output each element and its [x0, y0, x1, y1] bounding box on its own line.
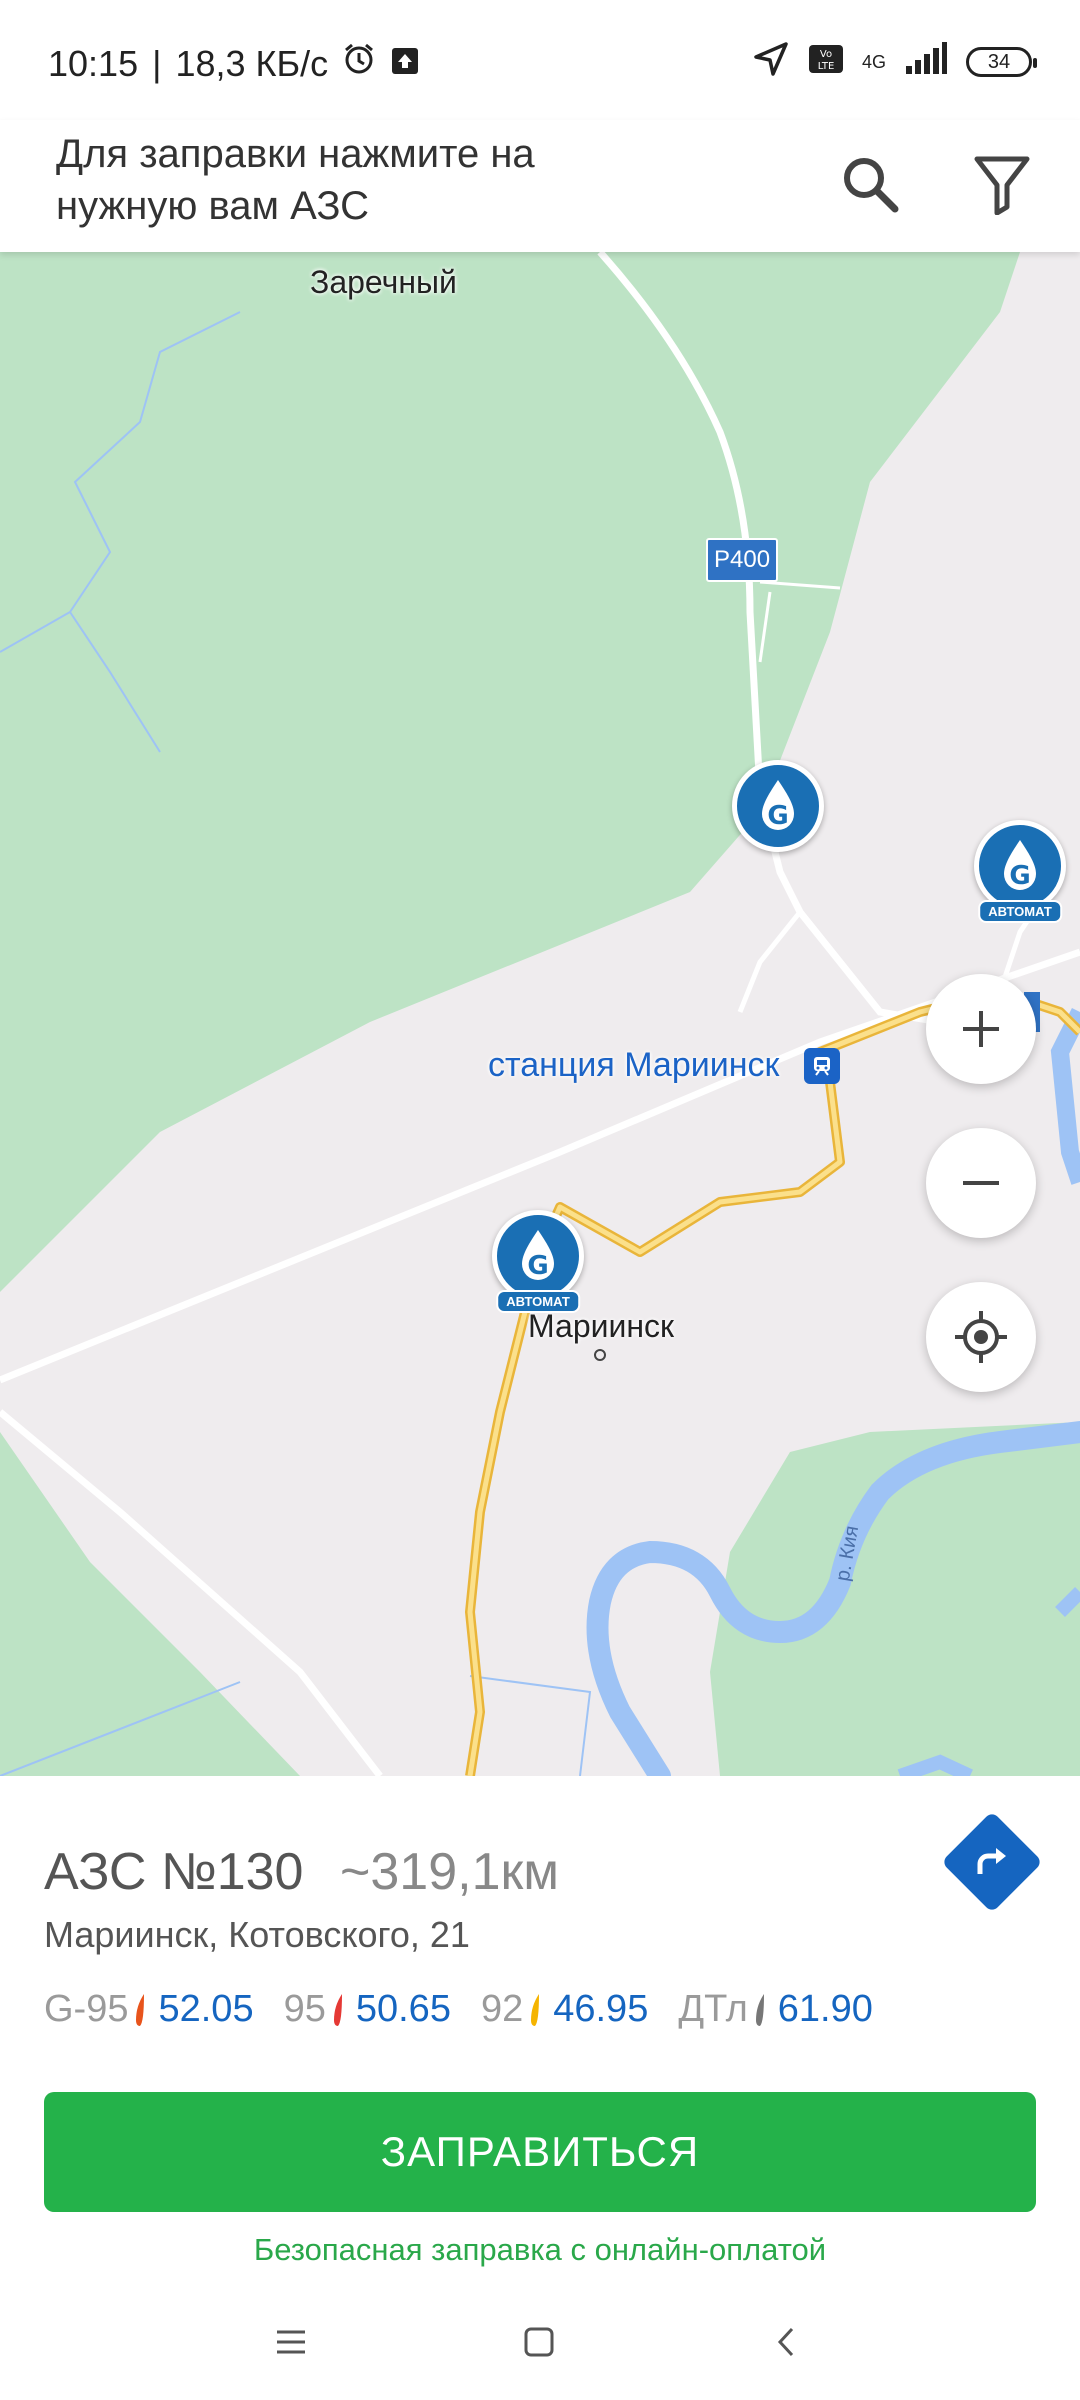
train-icon	[804, 1048, 840, 1084]
fuel-drop-icon	[755, 1993, 764, 2026]
app-header: Для заправки нажмите на нужную вам АЗС	[0, 120, 1080, 252]
refuel-button[interactable]: ЗАПРАВИТЬСЯ	[44, 2092, 1036, 2212]
my-location-button[interactable]	[926, 1282, 1036, 1392]
system-nav-bar	[0, 2286, 1080, 2400]
map-label-town: Мариинск	[528, 1308, 675, 1344]
route-turn-icon	[964, 1834, 1020, 1890]
fuel-drop-icon	[531, 1993, 540, 2026]
plus-icon	[963, 1011, 999, 1047]
map-view[interactable]: Заречный Р400 станция Мариинск Мариинск …	[0, 252, 1080, 1776]
fuel-label: 92	[480, 1988, 524, 2030]
fuel-price: 52.05	[158, 1988, 254, 2030]
search-button[interactable]	[822, 138, 918, 234]
search-icon	[839, 153, 901, 220]
svg-text:G: G	[767, 801, 788, 831]
network-type: 4G	[861, 51, 886, 72]
fuel-price-item: 92 46.95	[481, 1988, 648, 2031]
zoom-out-button[interactable]	[926, 1128, 1036, 1238]
alarm-icon	[342, 42, 376, 85]
fuel-label: ДТл	[678, 1988, 748, 2030]
my-location-icon	[955, 1311, 1007, 1363]
status-right: Vo LTE 4G 34	[752, 40, 1037, 83]
station-address: Мариинск, Котовского, 21	[44, 1914, 470, 1955]
online-payment-note: Безопасная заправка с онлайн-оплатой	[253, 2232, 827, 2267]
gazprom-logo-icon: G	[508, 1224, 568, 1289]
status-left: 10:15 | 18,3 КБ/с	[48, 42, 420, 85]
status-bar: 10:15 | 18,3 КБ/с Vo LTE 4G 34	[0, 0, 1080, 120]
fuel-price-item: ДТл 61.90	[678, 1988, 873, 2031]
fuel-prices: G-95 52.05 95 50.65 92 46.95 ДТл 61.90	[44, 1988, 903, 2031]
back-button[interactable]	[752, 2312, 822, 2372]
gas-station-pin[interactable]: G	[732, 760, 824, 852]
status-time: 10:15	[48, 42, 139, 84]
fuel-price-item: G-95 52.05	[44, 1988, 254, 2031]
fuel-drop-icon	[333, 1993, 342, 2026]
fuel-price-item: 95 50.65	[284, 1988, 451, 2031]
signal-icon	[904, 42, 948, 81]
menu-icon	[277, 2330, 305, 2354]
back-icon	[777, 2327, 794, 2357]
home-icon	[524, 2327, 554, 2357]
gas-station-pin-automat[interactable]: G АВТОМАТ	[492, 1210, 584, 1313]
svg-text:Vo: Vo	[820, 49, 832, 60]
fuel-label: 95	[283, 1988, 326, 2030]
automat-badge: АВТОМАТ	[496, 1290, 580, 1313]
map-label-village: Заречный	[310, 264, 457, 300]
filter-icon	[973, 153, 1031, 220]
svg-text:G: G	[527, 1251, 548, 1281]
battery-indicator: 34	[966, 46, 1037, 77]
station-card: АЗС №130 ~319,1км Мариинск, Котовского, …	[0, 1776, 1080, 2286]
fuel-price: 61.90	[777, 1988, 873, 2030]
fuel-price: 46.95	[553, 1988, 649, 2030]
status-speed: 18,3 КБ/с	[175, 42, 329, 84]
zoom-in-button[interactable]	[926, 974, 1036, 1084]
home-button[interactable]	[504, 2312, 574, 2372]
map-label-railway-station: станция Мариинск	[488, 1046, 780, 1084]
fuel-label: G-95	[44, 1988, 129, 2030]
station-distance: ~319,1км	[340, 1843, 559, 1901]
status-separator: |	[152, 42, 162, 84]
location-arrow-icon	[752, 40, 790, 83]
station-name: АЗС №130	[44, 1843, 304, 1901]
svg-text:G: G	[1009, 861, 1030, 891]
gazprom-logo-icon: G	[748, 774, 808, 839]
gas-station-pin-automat[interactable]: G АВТОМАТ	[974, 820, 1066, 923]
upload-icon	[390, 43, 420, 85]
page-title: Для заправки нажмите на нужную вам АЗС	[56, 132, 535, 228]
gazprom-logo-icon: G	[990, 834, 1050, 899]
menu-button[interactable]	[256, 2312, 326, 2372]
volte-icon: Vo LTE	[808, 44, 844, 79]
road-badge: Р400	[706, 538, 779, 582]
automat-badge: АВТОМАТ	[978, 900, 1062, 923]
fuel-price: 50.65	[355, 1988, 451, 2030]
map-base-layer	[0, 252, 1080, 1776]
minus-icon	[963, 1181, 999, 1185]
filter-button[interactable]	[954, 138, 1050, 234]
svg-text:LTE: LTE	[818, 61, 835, 72]
fuel-drop-icon	[136, 1993, 145, 2026]
